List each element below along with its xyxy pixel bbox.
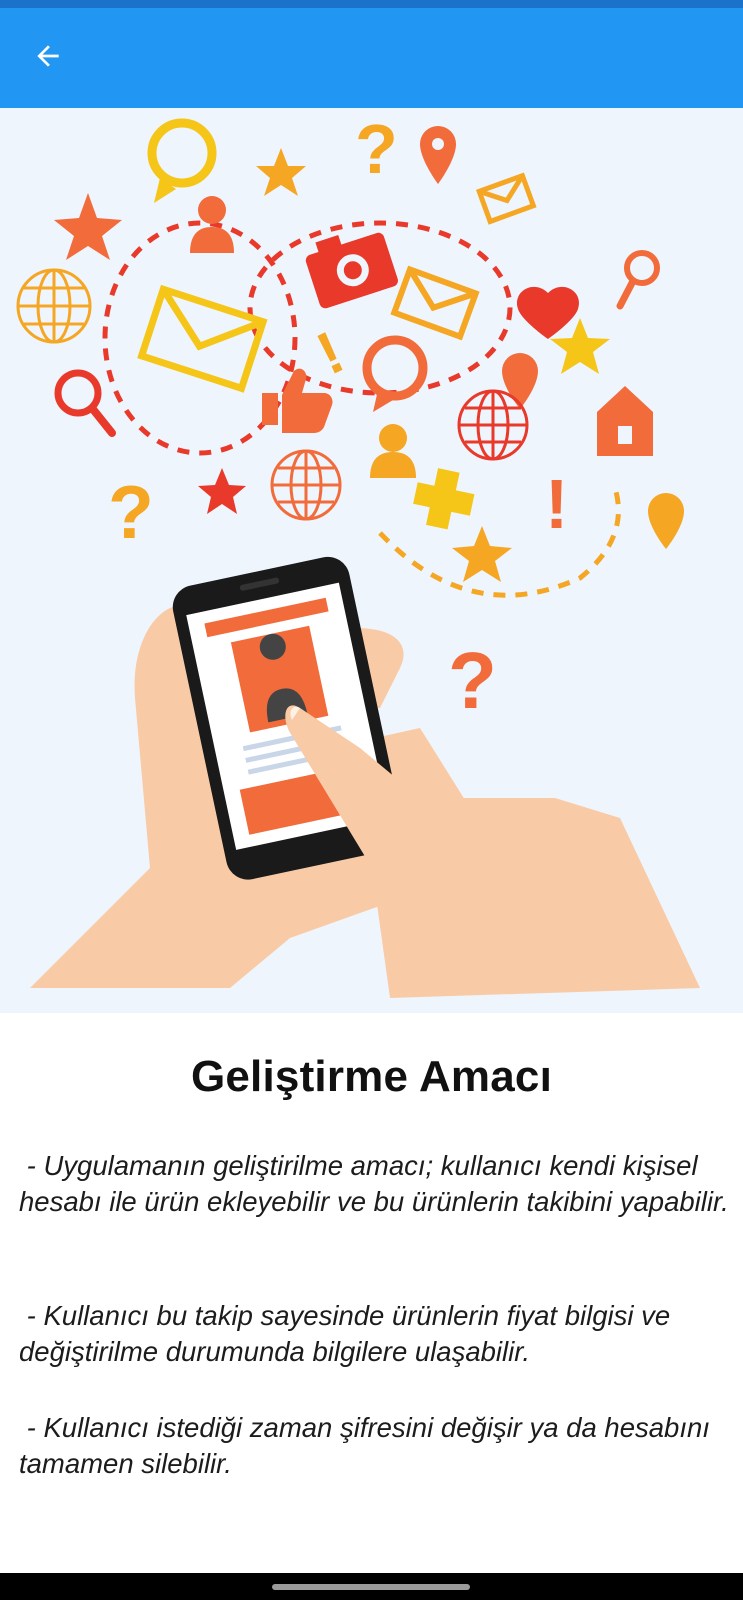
page-title: Geliştirme Amacı	[190, 1052, 553, 1101]
paragraph-price-tracking: - Kullanıcı bu takip sayesinde ürünlerin…	[19, 1300, 678, 1367]
svg-text:!: !	[545, 465, 568, 543]
arrow-left-icon	[37, 45, 59, 67]
app-bar	[0, 8, 743, 108]
back-button[interactable]	[24, 32, 72, 80]
hero-illustration: ? ? ? ! !	[0, 108, 743, 1013]
svg-text:?: ?	[355, 110, 398, 188]
svg-text:?: ?	[108, 470, 154, 554]
home-indicator[interactable]	[272, 1584, 470, 1590]
paragraph-account-management: - Kullanıcı istediği zaman şifresini değ…	[19, 1412, 718, 1479]
svg-text:!: !	[307, 318, 353, 387]
svg-text:?: ?	[448, 636, 497, 725]
hand-holding-phone-illustration: ? ? ? ! !	[16, 110, 700, 998]
status-bar	[0, 0, 743, 8]
paragraph-purpose: - Uygulamanın geliştirilme amacı; kullan…	[19, 1150, 729, 1217]
